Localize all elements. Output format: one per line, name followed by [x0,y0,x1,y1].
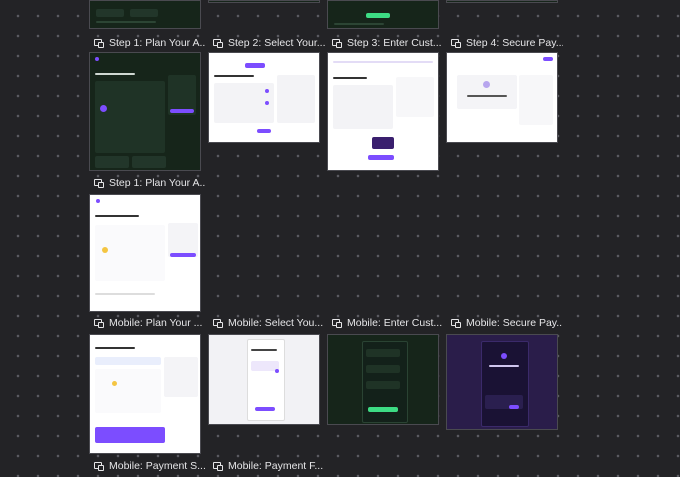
frame-label[interactable]: Mobile: Payment F... [213,459,325,473]
frame-label[interactable]: Step 2: Select Your... [213,36,325,50]
frame-icon [94,178,105,188]
frame-icon [213,461,224,471]
frame-step2-select-top[interactable] [208,0,320,3]
frame-label[interactable]: Mobile: Payment S... [94,459,206,473]
frame-label[interactable]: Mobile: Select You... [213,316,325,330]
frame-label[interactable]: Step 4: Secure Pay... [451,36,563,50]
frame-step2-select[interactable] [208,52,320,143]
frame-step1-plan-top[interactable] [89,0,201,29]
frame-icon [332,318,343,328]
frame-step4-secure-top[interactable] [446,0,558,3]
frame-label[interactable]: Mobile: Enter Cust... [332,316,444,330]
frame-mobile-payment-summary[interactable] [89,334,201,454]
frame-label[interactable]: Mobile: Secure Pay... [451,316,563,330]
frame-label[interactable]: Step 1: Plan Your A... [94,176,206,190]
frame-icon [332,38,343,48]
frame-icon [94,318,105,328]
frame-mobile-secure-pay[interactable] [446,334,558,430]
frame-icon [94,38,105,48]
frame-icon [451,38,462,48]
frame-step3-enter-top[interactable] [327,0,439,29]
frame-mobile-plan[interactable] [89,194,201,312]
frame-step4-secure[interactable] [446,52,558,143]
frame-mobile-payment-form[interactable] [208,334,320,425]
frame-label[interactable]: Step 3: Enter Cust... [332,36,444,50]
frame-label[interactable]: Step 1: Plan Your A... [94,36,206,50]
frame-icon [451,318,462,328]
frame-step1-plan[interactable] [89,52,201,171]
frame-mobile-enter-customer[interactable] [327,334,439,425]
frame-icon [213,38,224,48]
frame-step3-enter[interactable] [327,52,439,171]
frame-icon [213,318,224,328]
frame-icon [94,461,105,471]
frame-label[interactable]: Mobile: Plan Your ... [94,316,206,330]
